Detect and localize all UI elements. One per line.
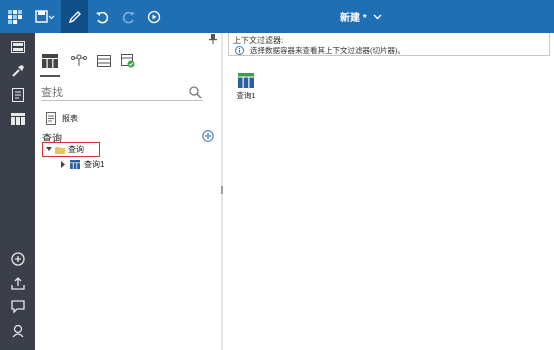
user-icon[interactable] bbox=[0, 319, 35, 343]
pencil-icon bbox=[68, 10, 81, 23]
tree-query-label: 查询1 bbox=[84, 159, 105, 169]
caret-down-icon[interactable] bbox=[46, 147, 52, 152]
context-filter-message: 选择数据容器来查看其上下文过滤器(切片器)。 bbox=[250, 46, 405, 55]
query-table-icon bbox=[70, 159, 80, 169]
document-icon[interactable] bbox=[0, 83, 35, 107]
active-tab-indicator bbox=[40, 75, 60, 77]
top-toolbar: 新建 * bbox=[0, 0, 554, 33]
checklist-icon[interactable] bbox=[117, 50, 139, 72]
search-box bbox=[41, 85, 203, 101]
document-title: 新建 * bbox=[340, 13, 367, 24]
context-filter-bar: 上下文过滤器: 选择数据容器来查看其上下文过滤器(切片器)。 bbox=[228, 33, 550, 56]
comment-icon[interactable] bbox=[0, 295, 35, 319]
caret-right-icon[interactable] bbox=[61, 160, 66, 168]
report-item[interactable]: 报表 bbox=[46, 110, 78, 126]
search-icon[interactable] bbox=[189, 86, 202, 99]
tree-folder-label: 查询 bbox=[68, 145, 84, 154]
query-widget-label: 查询1 bbox=[236, 91, 256, 100]
report-label: 报表 bbox=[62, 113, 78, 123]
context-filter-info: 选择数据容器来查看其上下文过滤器(切片器)。 bbox=[235, 45, 405, 56]
preview-button[interactable] bbox=[142, 0, 166, 33]
query-widget-icon bbox=[238, 73, 254, 88]
tree-item-query1[interactable]: 查询1 bbox=[61, 158, 104, 170]
side-panel: 报表 查询 查询 查询1 bbox=[35, 33, 221, 350]
play-icon bbox=[147, 10, 161, 23]
upload-icon[interactable] bbox=[0, 271, 35, 295]
add-query-icon[interactable] bbox=[202, 130, 214, 142]
hierarchy-icon[interactable] bbox=[68, 50, 90, 72]
save-icon bbox=[35, 9, 55, 23]
report-icon bbox=[46, 111, 56, 125]
search-input[interactable] bbox=[41, 85, 181, 100]
chevron-down-icon bbox=[373, 14, 382, 19]
undo-icon bbox=[95, 11, 108, 23]
data-grid-icon[interactable] bbox=[39, 50, 61, 72]
tree-folder-queries[interactable]: 查询 bbox=[42, 142, 100, 157]
add-icon[interactable] bbox=[0, 247, 35, 271]
info-icon bbox=[235, 46, 244, 55]
tools-icon[interactable] bbox=[0, 59, 35, 83]
redo-icon bbox=[122, 11, 135, 23]
panel-tabs bbox=[35, 47, 221, 77]
navigation-rail bbox=[0, 33, 35, 350]
view-icon[interactable] bbox=[0, 35, 35, 59]
layout-icon[interactable] bbox=[93, 50, 115, 72]
edit-mode-button[interactable] bbox=[61, 0, 88, 33]
folder-icon bbox=[55, 146, 65, 154]
app-logo-icon[interactable] bbox=[0, 0, 30, 33]
redo-button[interactable] bbox=[115, 0, 142, 33]
document-title-dropdown[interactable]: 新建 * bbox=[340, 0, 382, 33]
table-icon[interactable] bbox=[0, 107, 35, 131]
pin-icon[interactable] bbox=[209, 34, 217, 44]
report-canvas[interactable]: 上下文过滤器: 选择数据容器来查看其上下文过滤器(切片器)。 查询1 bbox=[223, 33, 554, 350]
save-button[interactable] bbox=[30, 0, 60, 33]
query-widget[interactable]: 查询1 bbox=[236, 73, 256, 101]
undo-button[interactable] bbox=[88, 0, 115, 33]
